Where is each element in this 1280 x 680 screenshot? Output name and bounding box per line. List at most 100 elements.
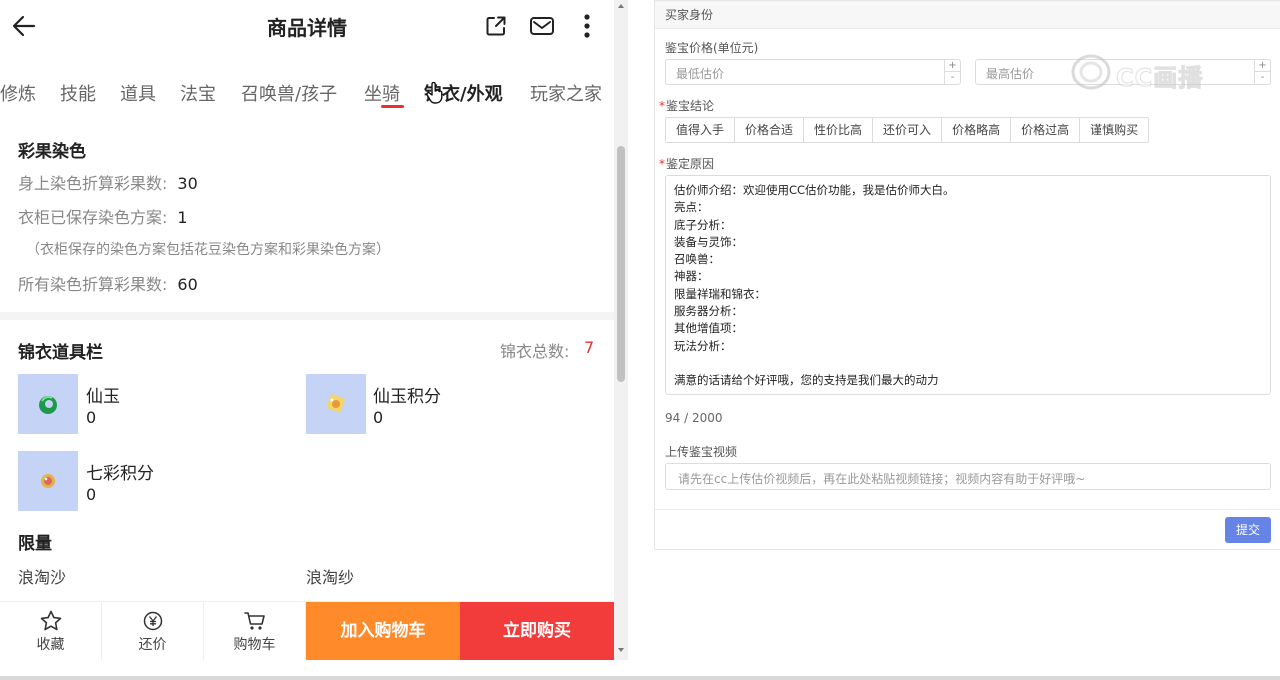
more-icon[interactable] [578, 12, 596, 40]
conclusion-option[interactable]: 性价比高 [804, 118, 874, 142]
reason-line [674, 355, 1262, 372]
dye-total-row: 所有染色折算彩果数: 60 [18, 271, 198, 295]
tab-home[interactable]: 玩家之家 [530, 80, 602, 106]
scroll-down-arrow-icon[interactable] [618, 648, 624, 652]
shopping-cart-button[interactable]: 购物车 [204, 602, 306, 660]
item-name: 仙玉积分 [373, 387, 441, 407]
bottom-action-bar: 收藏 还价 购物车 加入购物车 立即购买 [0, 601, 614, 660]
min-price-input[interactable]: 最低估价 + - [665, 59, 961, 85]
reason-line: 装备与灵饰： [674, 234, 743, 249]
conclusion-label-text: 鉴宝结论 [666, 99, 715, 113]
watermark-logo-icon [1071, 54, 1111, 90]
video-label: 上传鉴宝视频 [665, 445, 738, 459]
form-section-title: 买家身份 [665, 8, 714, 22]
share-icon[interactable] [484, 14, 508, 38]
required-mark: * [659, 99, 665, 113]
vertical-scrollbar[interactable] [614, 0, 628, 660]
dye-body-label: 身上染色折算彩果数: [18, 174, 168, 193]
reason-line: 服务器分析： [674, 304, 743, 319]
add-to-cart-button[interactable]: 加入购物车 [306, 602, 460, 660]
reason-line: 其他增值项： [674, 321, 743, 336]
reason-label-text: 鉴定原因 [666, 157, 715, 171]
limited-section-title: 限量 [18, 534, 52, 554]
reason-line: 玩法分析： [674, 338, 732, 353]
dye-section-title: 彩果染色 [18, 142, 86, 162]
conclusion-option[interactable]: 价格合适 [735, 118, 805, 142]
jade-item-thumbnail[interactable] [18, 374, 78, 434]
dye-body-value: 30 [177, 174, 198, 193]
buy-now-button[interactable]: 立即购买 [460, 602, 614, 660]
favorite-button[interactable]: 收藏 [0, 602, 102, 660]
submit-button[interactable]: 提交 [1225, 517, 1271, 543]
tab-items[interactable]: 道具 [120, 80, 156, 106]
conclusion-option[interactable]: 价格略高 [942, 118, 1012, 142]
reason-line: 满意的话请给个好评哦，您的支持是我们最大的动力 [674, 373, 939, 388]
reason-line: 限量祥瑞和锦衣： [674, 286, 766, 301]
conclusion-options: 值得入手 价格合适 性价比高 还价可入 价格略高 价格过高 谨慎购买 [665, 117, 1150, 143]
tab-treasures[interactable]: 法宝 [180, 80, 216, 106]
cart-label: 购物车 [233, 637, 276, 653]
reason-line: 估价师介绍：欢迎使用CC估价功能，我是估价师大白。 [674, 183, 955, 197]
tab-skills[interactable]: 技能 [60, 80, 96, 106]
rainbow-points-thumbnail[interactable] [18, 451, 78, 511]
dye-total-label: 所有染色折算彩果数: [18, 275, 168, 294]
tab-cultivation[interactable]: 修炼 [0, 80, 36, 106]
conclusion-option[interactable]: 还价可入 [873, 118, 943, 142]
top-bar: 商品详情 [0, 0, 614, 52]
item-count: 0 [86, 485, 97, 504]
required-mark: * [659, 157, 665, 171]
message-icon[interactable] [529, 14, 555, 38]
conclusion-label: *鉴宝结论 [659, 97, 714, 114]
watermark-text: CC画播 [1115, 64, 1204, 93]
jade-points-thumbnail[interactable] [306, 374, 366, 434]
bargain-button[interactable]: 还价 [102, 602, 204, 660]
star-icon [40, 610, 61, 631]
page-title: 商品详情 [267, 16, 347, 40]
jade-points-icon [326, 394, 345, 413]
reason-label: *鉴定原因 [659, 155, 714, 172]
rainbow-points-icon [41, 474, 55, 488]
tab-mounts[interactable]: 坐骑 [364, 80, 400, 106]
conclusion-option[interactable]: 谨慎购买 [1080, 118, 1148, 142]
reason-textarea[interactable]: 估价师介绍：欢迎使用CC估价功能，我是估价师大白。 亮点： 底子分析： 装备与灵… [665, 175, 1271, 395]
character-counter: 94 / 2000 [665, 411, 723, 425]
category-tabs: 修炼 技能 道具 法宝 召唤兽/孩子 坐骑 锦衣/外观 玩家之家 [0, 64, 614, 116]
dye-wardrobe-label: 衣柜已保存染色方案: [18, 208, 168, 227]
video-link-input[interactable]: 请先在cc上传估价视频后，再在此处粘贴视频链接；视频内容有助于好评哦~ [665, 463, 1271, 490]
section-divider [0, 312, 614, 320]
item-count: 0 [86, 408, 97, 427]
reason-line: 神器： [674, 269, 709, 284]
dye-note: （衣柜保存的染色方案包括花豆染色方案和彩果染色方案） [26, 242, 390, 258]
dye-body-row: 身上染色折算彩果数: 30 [18, 170, 198, 194]
wardrobe-total-value: 7 [584, 338, 595, 357]
conclusion-option[interactable]: 值得入手 [666, 118, 736, 142]
screen: 商品详情 修炼 技能 道具 法宝 召唤兽/孩子 坐骑 锦衣/外观 玩家之家 彩果… [0, 0, 1280, 680]
scroll-up-arrow-icon[interactable] [618, 4, 624, 8]
tab-pets[interactable]: 召唤兽/孩子 [241, 80, 337, 106]
max-price-placeholder: 最高估价 [986, 67, 1035, 81]
bargain-label: 还价 [138, 637, 167, 653]
cart-icon [243, 612, 265, 630]
limited-item: 浪淘纱 [306, 568, 355, 587]
increment-button[interactable]: + [944, 60, 960, 72]
item-count: 0 [373, 408, 384, 427]
hand-cursor-icon [426, 82, 443, 104]
limited-item: 浪淘沙 [18, 568, 67, 587]
price-label: 鉴宝价格(单位元) [665, 41, 759, 55]
item-name: 仙玉 [86, 387, 120, 407]
reason-line: 底子分析： [674, 217, 732, 232]
wardrobe-total-label: 锦衣总数: [500, 342, 570, 361]
scrollbar-thumb[interactable] [617, 146, 625, 382]
conclusion-option[interactable]: 价格过高 [1011, 118, 1081, 142]
reason-line: 亮点： [674, 200, 709, 215]
bottom-edge-line [0, 676, 1280, 680]
product-detail-page: 商品详情 修炼 技能 道具 法宝 召唤兽/孩子 坐骑 锦衣/外观 玩家之家 彩果… [0, 0, 614, 660]
wardrobe-section-title: 锦衣道具栏 [18, 343, 103, 363]
dye-wardrobe-row: 衣柜已保存染色方案: 1 [18, 204, 188, 228]
video-link-placeholder: 请先在cc上传估价视频后，再在此处粘贴视频链接；视频内容有助于好评哦~ [678, 472, 1086, 486]
dye-total-value: 60 [177, 275, 198, 294]
reason-line: 召唤兽： [674, 252, 720, 267]
form-divider [655, 509, 1280, 510]
favorite-label: 收藏 [36, 637, 65, 653]
decrement-button[interactable]: - [944, 72, 960, 84]
